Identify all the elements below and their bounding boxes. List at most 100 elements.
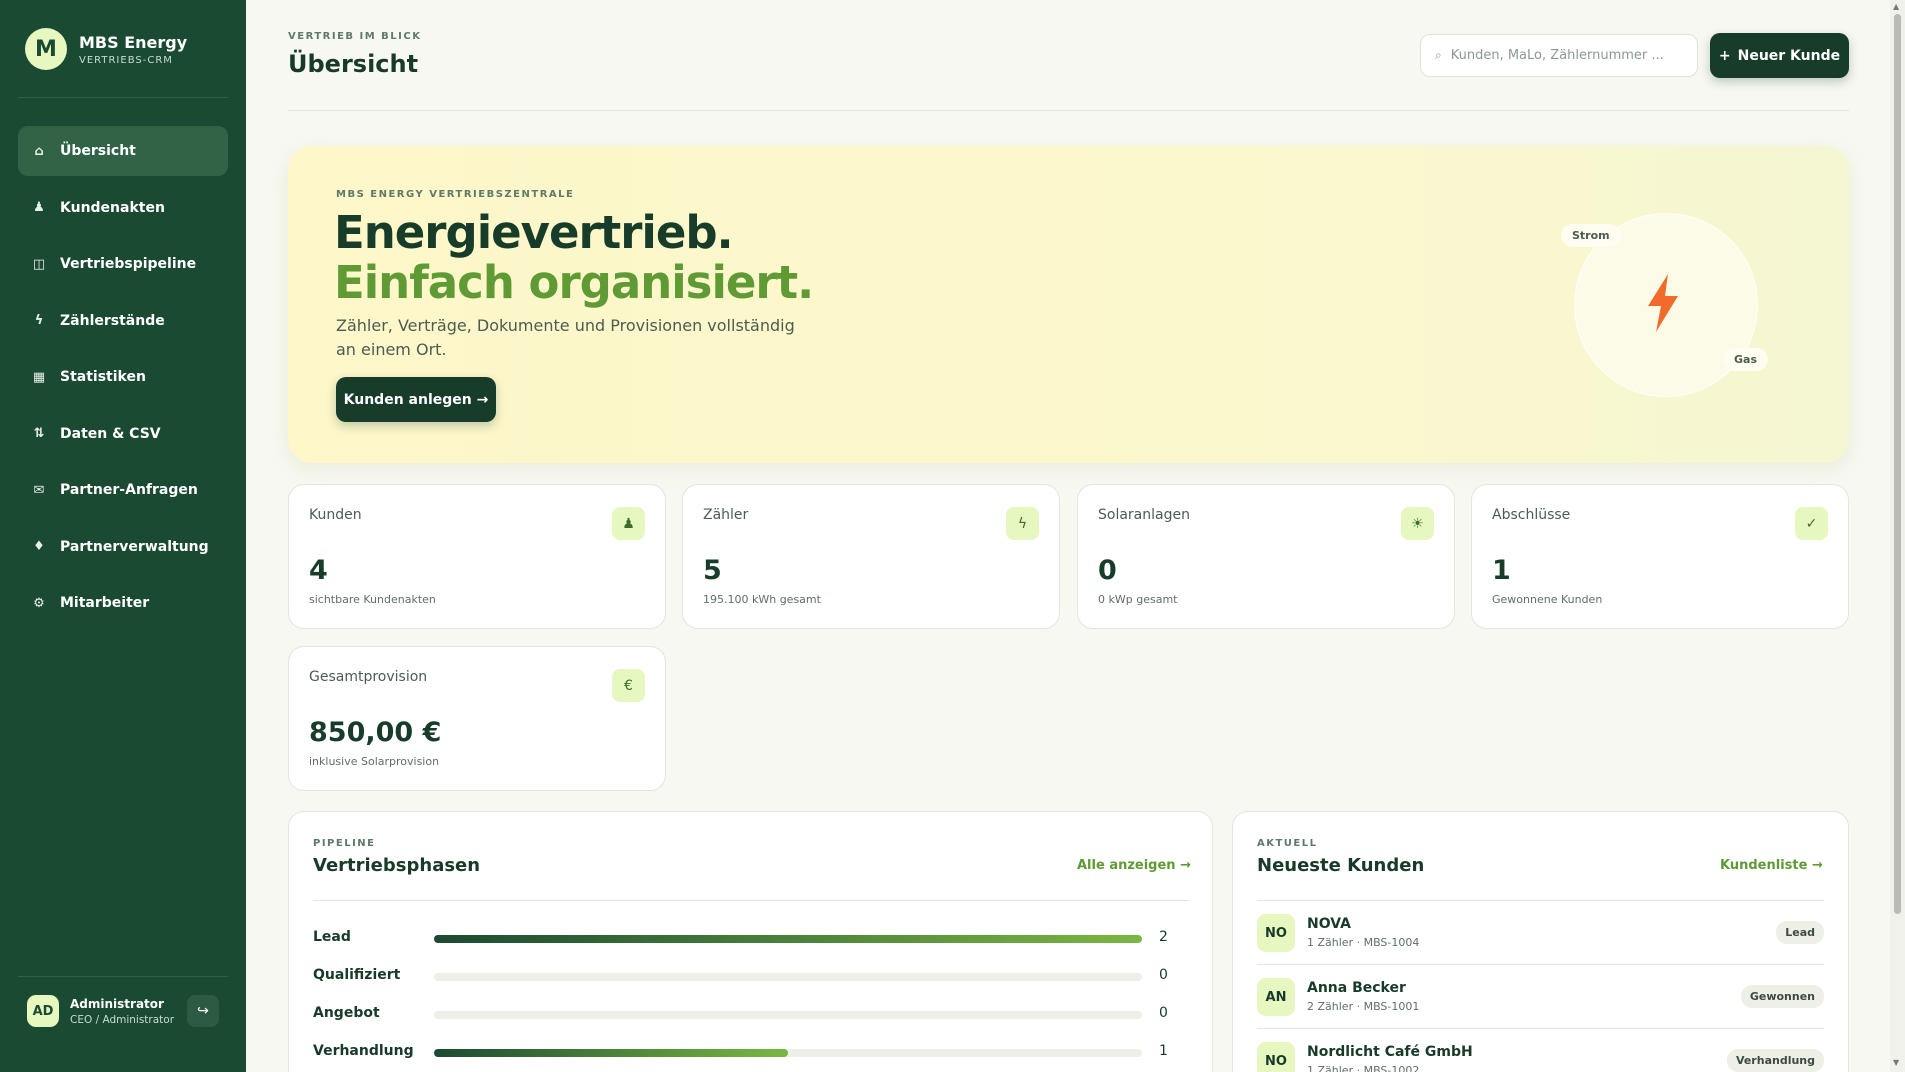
pipeline-row-lead[interactable]: Lead 2 (313, 929, 1189, 949)
pipeline-stage-label: Qualifiziert (313, 967, 401, 983)
brand[interactable]: M MBS Energy VERTRIEBS-CRM (25, 28, 187, 70)
sidebar-item-uebersicht[interactable]: ⌂ Übersicht (18, 126, 228, 176)
avatar: NO (1257, 1042, 1295, 1072)
hero-title-accent: Einfach organisiert. (334, 256, 814, 309)
customer-meta: 2 Zähler · MBS-1001 (1307, 1000, 1420, 1013)
sidebar-item-statistiken[interactable]: ▦ Statistiken (18, 352, 228, 402)
stat-card-gesamtprovision[interactable]: Gesamtprovision € 850,00 € inklusive Sol… (288, 646, 666, 791)
sidebar-item-label: Kundenakten (60, 199, 165, 216)
bolt-icon: ϟ (1006, 507, 1039, 540)
brand-logo: M (25, 28, 67, 70)
sidebar-item-label: Partnerverwaltung (60, 538, 209, 555)
columns-icon: ◫ (32, 256, 46, 272)
latest-customers-panel: AKTUELL Neueste Kunden Kundenliste → NO … (1232, 811, 1849, 1072)
scroll-up-icon[interactable]: ▲ (1893, 2, 1899, 11)
create-customer-button[interactable]: Kunden anlegen → (336, 377, 496, 422)
stat-value: 1 (1492, 555, 1511, 586)
show-all-link[interactable]: Alle anzeigen → (1077, 858, 1191, 873)
sidebar-item-label: Zählerstände (60, 312, 165, 329)
avatar: AN (1257, 978, 1295, 1016)
grid-icon: ▦ (32, 369, 46, 385)
mail-icon: ✉ (33, 482, 45, 498)
customer-name: Anna Becker (1307, 980, 1406, 996)
stat-subtext: Gewonnene Kunden (1492, 593, 1603, 606)
scrollbar-thumb[interactable] (1894, 14, 1901, 914)
stat-subtext: 195.100 kWh gesamt (703, 593, 821, 606)
pipeline-bar-fill (434, 1049, 788, 1057)
pipeline-stage-count: 0 (1159, 1005, 1168, 1021)
sidebar-item-kundenakten[interactable]: ♟ Kundenakten (18, 183, 228, 233)
stat-card-abschluesse[interactable]: Abschlüsse ✓ 1 Gewonnene Kunden (1471, 484, 1849, 629)
pipeline-bar-fill (434, 935, 1142, 943)
diamond-icon: ♦ (33, 539, 45, 554)
customer-name: Nordlicht Café GmbH (1307, 1044, 1473, 1060)
scrollbar[interactable]: ▲ ▼ (1890, 0, 1905, 1072)
sidebar-item-partnerverwaltung[interactable]: ♦ Partnerverwaltung (18, 522, 228, 572)
hero-banner: MBS ENERGY VERTRIEBSZENTRALE Energievert… (288, 146, 1849, 463)
person-icon: ♟ (612, 507, 645, 540)
customers-title: Neueste Kunden (1257, 855, 1425, 876)
avatar: AD (27, 995, 59, 1027)
brand-subtitle: VERTRIEBS-CRM (79, 54, 173, 66)
search-box[interactable]: ⌕ (1420, 34, 1698, 77)
list-item[interactable]: AN Anna Becker 2 Zähler · MBS-1001 Gewon… (1257, 965, 1824, 1029)
pipeline-stage-label: Verhandlung (313, 1043, 414, 1059)
page-title: Übersicht (288, 50, 419, 78)
home-icon: ⌂ (34, 143, 44, 159)
stat-label: Zähler (703, 507, 749, 523)
stat-card-solaranlagen[interactable]: Solaranlagen ☀ 0 0 kWp gesamt (1077, 484, 1455, 629)
stat-card-zaehler[interactable]: Zähler ϟ 5 195.100 kWh gesamt (682, 484, 1060, 629)
hero-text: Zähler, Verträge, Dokumente und Provisio… (336, 316, 795, 359)
new-customer-button[interactable]: + Neuer Kunde (1710, 33, 1849, 78)
plus-icon: + (1718, 47, 1731, 64)
check-icon: ✓ (1795, 507, 1828, 540)
status-badge: Gewonnen (1740, 985, 1824, 1008)
gear-icon: ⚙ (33, 595, 45, 611)
customer-name: NOVA (1307, 916, 1351, 932)
stat-subtext: sichtbare Kundenakten (309, 593, 436, 606)
user-role: CEO / Administrator (70, 1013, 175, 1026)
pipeline-bar-track (434, 973, 1142, 981)
sidebar-nav: ⌂ Übersicht ♟ Kundenakten ◫ Vertriebspip… (18, 126, 228, 635)
brand-name: MBS Energy (79, 32, 188, 52)
sun-icon: ☀ (1401, 507, 1434, 540)
pipeline-stage-count: 2 (1159, 929, 1168, 945)
sidebar-item-mitarbeiter[interactable]: ⚙ Mitarbeiter (18, 578, 228, 628)
sidebar-item-zaehlerstaende[interactable]: ϟ Zählerstände (18, 296, 228, 346)
status-badge: Lead (1776, 921, 1824, 944)
sidebar-item-vertriebspipeline[interactable]: ◫ Vertriebspipeline (18, 239, 228, 289)
sidebar-item-label: Übersicht (60, 143, 136, 159)
pipeline-bar-track (434, 935, 1142, 943)
pipeline-row-qualifiziert[interactable]: Qualifiziert 0 (313, 967, 1189, 987)
scroll-down-icon[interactable]: ▼ (1893, 1058, 1899, 1067)
pipeline-stage-label: Angebot (313, 1005, 380, 1021)
customer-meta: 1 Zähler · MBS-1004 (1307, 936, 1420, 949)
pipeline-bar-track (434, 1011, 1142, 1019)
sidebar-item-label: Daten & CSV (60, 425, 161, 442)
list-item[interactable]: NO Nordlicht Café GmbH 1 Zähler · MBS-10… (1257, 1029, 1824, 1072)
sort-arrows-icon: ⇅ (33, 426, 45, 441)
search-input[interactable] (1450, 48, 1671, 63)
stat-label: Solaranlagen (1098, 507, 1190, 523)
logout-button[interactable]: ↪ (187, 995, 219, 1027)
sidebar-item-label: Mitarbeiter (60, 595, 150, 611)
user-profile[interactable]: AD Administrator CEO / Administrator (27, 995, 174, 1027)
stat-value: 4 (309, 555, 328, 586)
new-customer-label: Neuer Kunde (1737, 47, 1841, 64)
pipeline-row-verhandlung[interactable]: Verhandlung 1 (313, 1043, 1189, 1063)
stat-value: 5 (703, 555, 722, 586)
stat-label: Abschlüsse (1492, 507, 1571, 523)
sidebar-item-partner-anfragen[interactable]: ✉ Partner-Anfragen (18, 465, 228, 515)
stat-subtext: 0 kWp gesamt (1098, 593, 1178, 606)
sidebar-item-daten-csv[interactable]: ⇅ Daten & CSV (18, 409, 228, 459)
avatar: NO (1257, 914, 1295, 952)
pipeline-panel: PIPELINE Vertriebsphasen Alle anzeigen →… (288, 811, 1213, 1072)
pipeline-title: Vertriebsphasen (313, 855, 481, 876)
customer-list-link[interactable]: Kundenliste → (1720, 858, 1823, 873)
bolt-icon: ϟ (34, 313, 44, 328)
stat-card-kunden[interactable]: Kunden ♟ 4 sichtbare Kundenakten (288, 484, 666, 629)
search-icon: ⌕ (1435, 48, 1442, 62)
list-item[interactable]: NO NOVA 1 Zähler · MBS-1004 Lead (1257, 901, 1824, 965)
pipeline-row-angebot[interactable]: Angebot 0 (313, 1005, 1189, 1025)
header-divider (288, 110, 1849, 111)
